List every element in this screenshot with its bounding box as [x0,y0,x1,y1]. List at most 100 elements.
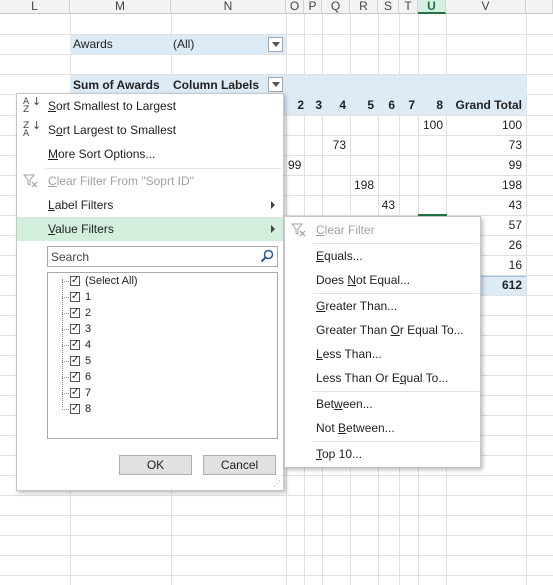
checkbox-checked[interactable]: ✓ [70,404,80,414]
submenu-less-than-or-equal[interactable]: Less Than Or Equal To... [285,366,480,390]
checkbox-checked[interactable]: ✓ [70,388,80,398]
menu-item-mnemonic: N [347,273,357,287]
checklist-item[interactable]: ✓ 3 [48,321,277,337]
column-header-v[interactable]: V [446,0,526,14]
menu-item-mnemonic: L [316,347,323,361]
sort-descending-item[interactable]: Z A ↓ Sort Largest to Smallest [17,118,283,142]
tree-connector [62,329,69,330]
submenu-less-than[interactable]: Less Than... [285,342,480,366]
search-icon[interactable] [260,249,274,263]
sort-ascending-item[interactable]: A Z ↓ Sort Smallest to Largest [17,94,283,118]
grand-total-cell[interactable]: 198 [446,175,522,195]
column-header-p[interactable]: P [304,0,322,14]
resize-grip-icon[interactable]: ⋰ [273,480,281,488]
tree-connector [62,361,69,362]
checkbox-checked[interactable]: ✓ [70,276,80,286]
checklist-item-label: 8 [85,403,92,415]
menu-item-mnemonic: O [390,323,400,337]
submenu-equals[interactable]: Equals... [285,244,480,268]
menu-item-label: Bet [316,397,335,411]
column-header-t[interactable]: T [399,0,418,14]
column-header-q[interactable]: Q [322,0,350,14]
pivot-value-cell[interactable]: 99 [288,155,301,175]
column-header-s[interactable]: S [378,0,399,14]
menu-item-label: Does [316,273,348,287]
chevron-right-icon [271,201,275,209]
awards-filter-dropdown-button[interactable] [268,37,283,52]
checkbox-checked[interactable]: ✓ [70,324,80,334]
label-filters-item[interactable]: Label Filters [17,193,283,217]
pivot-value-cell[interactable]: 100 [400,115,443,135]
checklist-item[interactable]: ✓ 5 [48,353,277,369]
tree-connector [62,281,69,282]
checklist-item[interactable]: ✓ 7 [48,385,277,401]
checklist-item[interactable]: ✓ 4 [48,337,277,353]
checklist-item[interactable]: ✓ 1 [48,289,277,305]
menu-item-mnemonic: L [48,198,55,212]
submenu-not-between[interactable]: Not Between... [285,416,480,440]
menu-item-mnemonic: E [316,249,325,263]
search-input[interactable] [48,247,258,266]
grand-total-cell[interactable]: 73 [446,135,522,155]
submenu-clear-filter[interactable]: Clear Filter [285,218,480,242]
chevron-right-icon [271,225,275,233]
pivot-value-cell[interactable]: 198 [340,175,374,195]
column-labels-dropdown-button[interactable] [268,77,283,92]
tree-connector [62,345,69,346]
checkbox-checked[interactable]: ✓ [70,372,80,382]
grand-total-cell[interactable]: 100 [446,115,522,135]
submenu-does-not-equal[interactable]: Does Not Equal... [285,268,480,292]
more-sort-options-item[interactable]: More Sort Options... [17,142,283,166]
checkbox-checked[interactable]: ✓ [70,340,80,350]
menu-item-label: reater Than... [325,299,398,313]
menu-item-mnemonic: M [48,147,58,161]
column-header-n[interactable]: N [171,0,286,14]
menu-item-label: etween... [346,421,395,435]
checklist-item[interactable]: ✓ 2 [48,305,277,321]
menu-item-label: rt Largest to Smallest [62,123,177,137]
search-field [47,246,278,267]
submenu-greater-than[interactable]: Greater Than... [285,294,480,318]
gridline [0,54,553,55]
awards-filter-value: (All) [173,37,195,51]
checkbox-checked[interactable]: ✓ [70,308,80,318]
checkbox-checked[interactable]: ✓ [70,356,80,366]
pivot-column-header: 2 [297,98,304,112]
chevron-down-icon [271,82,280,87]
checkbox-checked[interactable]: ✓ [70,292,80,302]
clear-filter-item[interactable]: Clear Filter From "Soprt ID" [17,169,283,193]
menu-item-label: lear Filter From "Soprt ID" [56,174,194,188]
column-header-l[interactable]: L [0,0,70,14]
pivot-value-cell[interactable]: 43 [375,195,395,215]
tree-connector [62,377,69,378]
pivot-value-cell[interactable]: 73 [322,135,346,155]
pivot-column-header: 4 [339,98,346,112]
checklist-item-select-all[interactable]: ✓ (Select All) [48,273,277,289]
pivot-column-header: 8 [436,98,443,112]
value-checklist[interactable]: ✓ (Select All) ✓ 1 ✓ 2 ✓ 3 ✓ 4 ✓ 5 ✓ 6 ✓… [47,272,278,439]
gridline [0,575,553,576]
column-header-m[interactable]: M [70,0,171,14]
gridline [0,555,553,556]
column-header-r[interactable]: R [350,0,378,14]
grand-total-cell[interactable]: 43 [446,195,522,215]
checklist-item[interactable]: ✓ 6 [48,369,277,385]
checklist-item-label: (Select All) [85,275,138,287]
submenu-greater-than-or-equal[interactable]: Greater Than Or Equal To... [285,318,480,342]
column-header-u[interactable]: U [418,0,446,14]
gridline [0,535,553,536]
ok-button[interactable]: OK [119,455,192,475]
column-header-o[interactable]: O [286,0,304,14]
submenu-top-10[interactable]: Top 10... [285,442,480,466]
grand-total-cell[interactable]: 99 [446,155,522,175]
tree-connector [62,409,69,410]
column-header-w[interactable] [526,0,553,14]
value-filters-item[interactable]: Value Filters [17,217,283,241]
checklist-item-label: 5 [85,355,92,367]
pivot-column-header: 3 [315,98,322,112]
cancel-button[interactable]: Cancel [203,455,276,475]
menu-item-label: abel Filters [54,198,114,212]
menu-item-mnemonic: C [48,174,57,188]
submenu-between[interactable]: Between... [285,392,480,416]
checklist-item[interactable]: ✓ 8 [48,401,277,417]
